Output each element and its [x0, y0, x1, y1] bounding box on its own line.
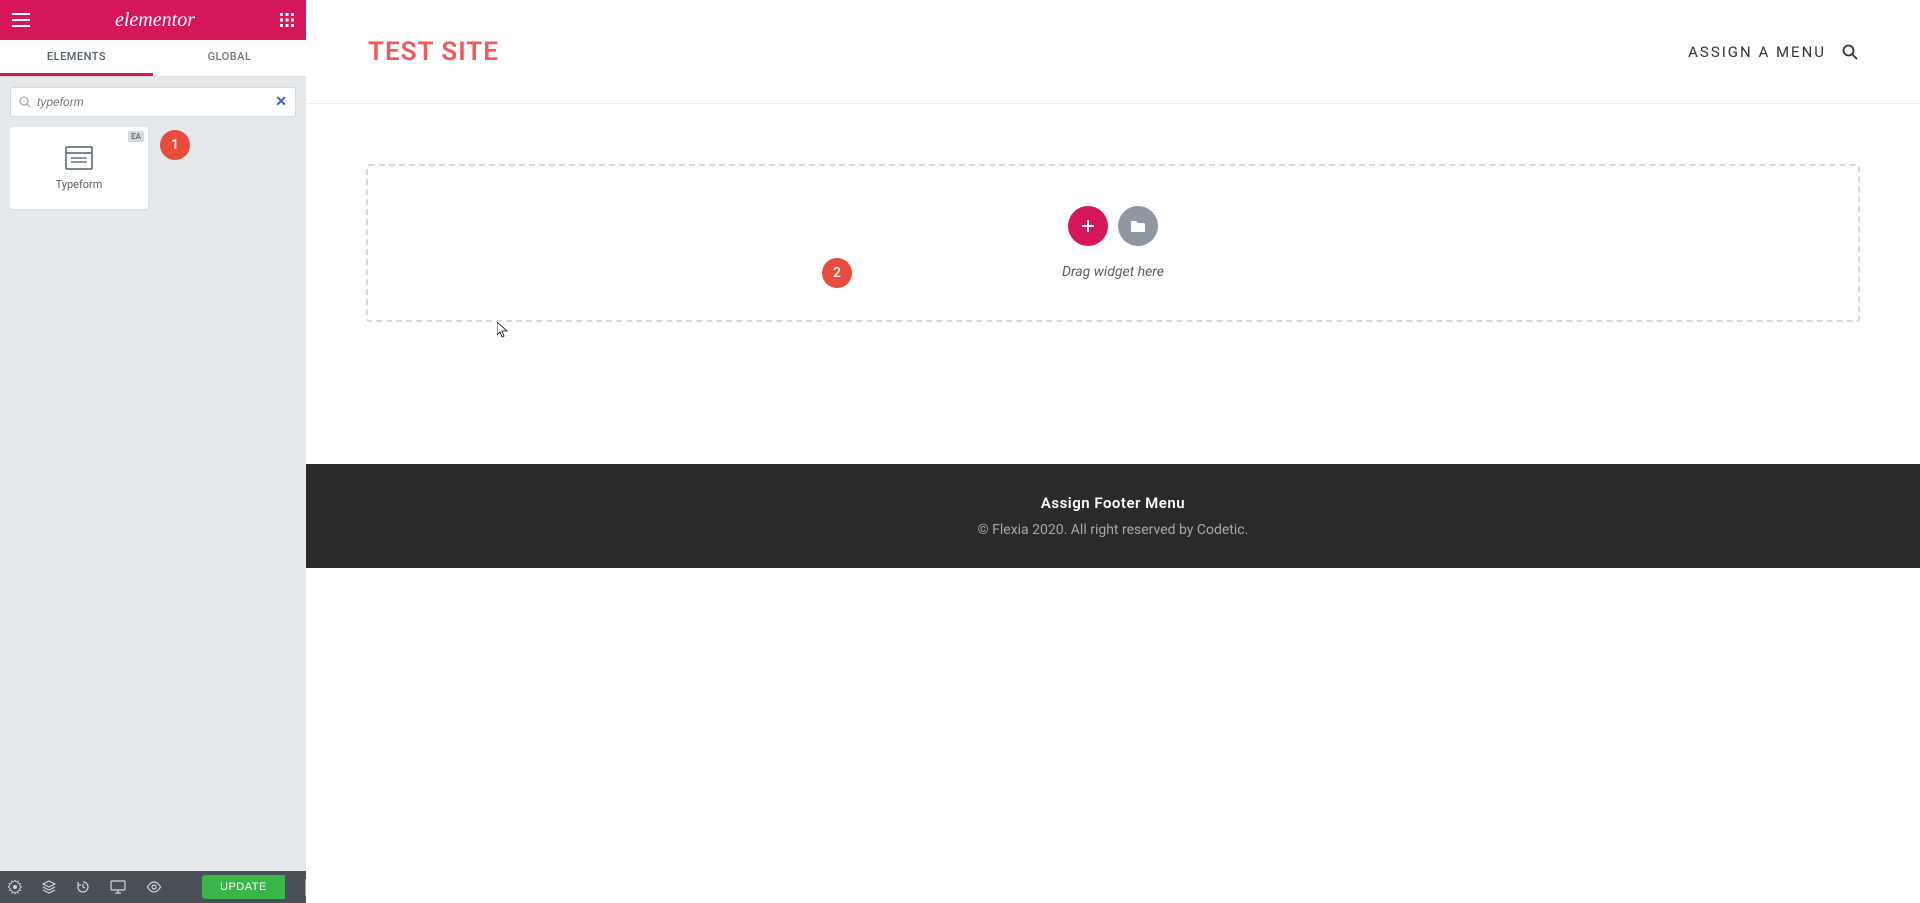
site-footer: Assign Footer Menu © Flexia 2020. All ri… [306, 464, 1920, 568]
site-search-icon[interactable] [1842, 44, 1858, 60]
preview-icon[interactable] [146, 881, 162, 893]
site-header: TEST SITE ASSIGN A MENU [306, 0, 1920, 104]
drop-zone[interactable]: Drag widget here [366, 164, 1860, 322]
elementor-logo: elementor [115, 9, 195, 32]
drop-zone-text: Drag widget here [1062, 264, 1164, 280]
widgets-list: EA Typeform [0, 127, 306, 209]
annotation-badge-1: 1 [160, 130, 190, 160]
drop-zone-buttons [1068, 206, 1158, 246]
tab-elements[interactable]: ELEMENTS [0, 40, 153, 76]
clear-search-icon[interactable]: ✕ [275, 94, 287, 110]
annotation-badge-2: 2 [822, 258, 852, 288]
sidebar-footer: UPDATE [0, 871, 306, 903]
template-library-button[interactable] [1118, 206, 1158, 246]
search-input[interactable] [37, 95, 275, 109]
widget-label: Typeform [56, 178, 103, 191]
add-section-button[interactable] [1068, 206, 1108, 246]
assign-menu-link[interactable]: ASSIGN A MENU [1688, 43, 1826, 61]
editor-canvas: TEST SITE ASSIGN A MENU Drag widget here… [306, 0, 1920, 903]
history-icon[interactable] [76, 880, 90, 894]
navigator-icon[interactable] [42, 880, 56, 894]
search-icon [19, 96, 31, 108]
sidebar-tabs: ELEMENTS GLOBAL [0, 40, 306, 77]
footer-menu-link[interactable]: Assign Footer Menu [306, 494, 1920, 512]
responsive-icon[interactable] [110, 880, 126, 894]
canvas-body: Drag widget here [306, 104, 1920, 382]
footer-copyright: © Flexia 2020. All right reserved by Cod… [306, 522, 1920, 538]
sidebar-header: elementor [0, 0, 306, 40]
settings-icon[interactable] [8, 880, 22, 894]
widget-badge: EA [128, 131, 144, 142]
typeform-icon [65, 146, 93, 170]
site-header-right: ASSIGN A MENU [1688, 43, 1858, 61]
hamburger-menu-icon[interactable] [12, 13, 30, 27]
elementor-sidebar: elementor ELEMENTS GLOBAL ✕ EA Typeform [0, 0, 306, 903]
update-button[interactable]: UPDATE [202, 875, 285, 899]
widget-typeform[interactable]: EA Typeform [10, 127, 148, 209]
search-box: ✕ [10, 87, 296, 117]
tab-global[interactable]: GLOBAL [153, 40, 306, 76]
apps-grid-icon[interactable] [280, 13, 294, 27]
search-container: ✕ [0, 77, 306, 127]
site-title[interactable]: TEST SITE [368, 37, 499, 67]
